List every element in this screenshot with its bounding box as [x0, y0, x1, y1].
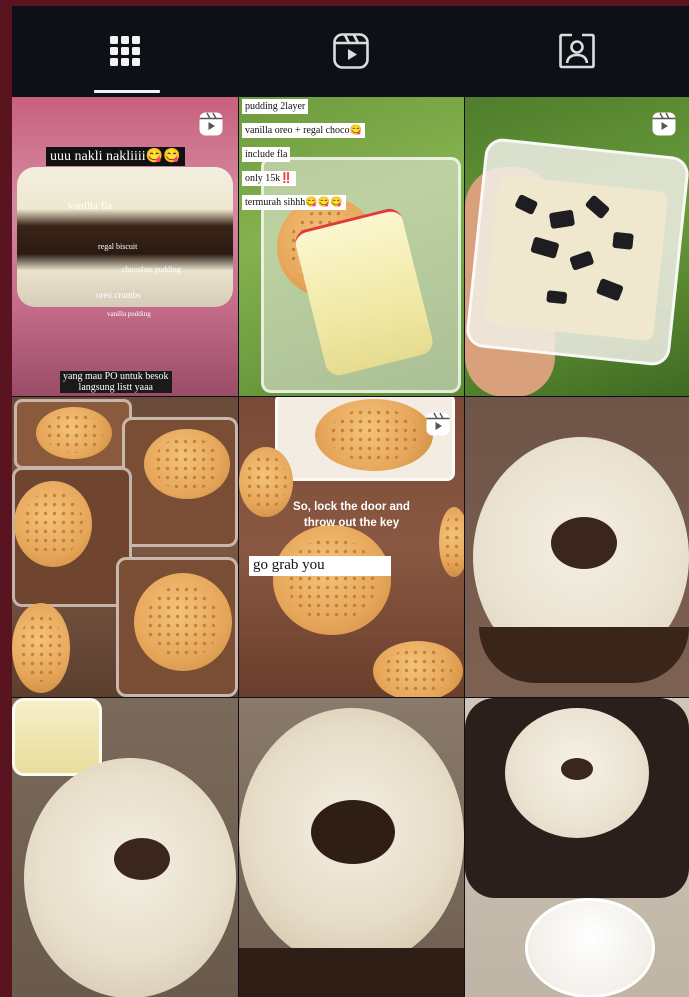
- biscuit-image: [14, 481, 92, 567]
- reel-badge-icon: [199, 112, 223, 136]
- oreo-pudding-ring: [24, 758, 236, 997]
- caption-box: go grab you: [249, 556, 391, 576]
- layer-label: vanilla fla: [68, 200, 113, 212]
- post-tile-4[interactable]: [12, 397, 238, 697]
- pudding-cup: [17, 167, 233, 307]
- overlay-line: So, lock the door and: [293, 501, 410, 513]
- reel-caption-text: go grab you: [253, 557, 325, 573]
- oreo-pudding-ring: [505, 708, 649, 838]
- caption-line: pudding 2layer: [242, 99, 309, 114]
- post-tile-5[interactable]: So, lock the door and throw out the key …: [239, 397, 464, 697]
- post-tile-7[interactable]: [12, 698, 238, 997]
- post-tile-2[interactable]: pudding 2layer vanilla oreo + regal choc…: [239, 97, 464, 396]
- biscuit-image: [315, 399, 433, 471]
- tagged-icon: [558, 33, 595, 69]
- layer-label: oreo crumbs: [96, 290, 141, 300]
- footer-line: langsung listt yaaa: [78, 382, 153, 393]
- post-tile-9[interactable]: [465, 698, 689, 997]
- active-tab-indicator: [94, 90, 160, 93]
- biscuit-image: [144, 429, 230, 499]
- tab-reels[interactable]: [238, 6, 463, 96]
- reel-badge-icon: [426, 412, 450, 436]
- overlay-line: throw out the key: [303, 517, 400, 529]
- caption-line: termurah sihhh😋😋😋: [242, 195, 346, 210]
- biscuit-image: [373, 641, 463, 697]
- grid-icon: [109, 36, 140, 66]
- posts-grid: uuu nakli nakliiii😋😋 vanilla fla regal b…: [12, 97, 689, 997]
- reels-icon: [332, 33, 369, 69]
- biscuit-image: [134, 573, 232, 671]
- tab-tagged[interactable]: [464, 6, 689, 96]
- post-tile-1[interactable]: uuu nakli nakliiii😋😋 vanilla fla regal b…: [12, 97, 238, 396]
- vanilla-pudding: [483, 174, 669, 342]
- oreo-pudding-ring: [239, 708, 464, 968]
- biscuit-image: [36, 407, 112, 459]
- layer-label: vanilla pudding: [107, 310, 151, 318]
- reel-badge-icon: [652, 112, 676, 136]
- post-title-chip: uuu nakli nakliiii😋😋: [46, 147, 185, 166]
- layer-label: regal biscuit: [98, 242, 138, 251]
- fla-cup: [12, 698, 102, 776]
- caption-line: include fla: [242, 147, 291, 162]
- tab-grid[interactable]: [12, 6, 237, 96]
- profile-tab-bar: [12, 6, 689, 96]
- caption-line: only 15k‼️: [242, 171, 296, 186]
- post-footer-caption: yang mau PO untuk besok langsung listt y…: [60, 371, 172, 393]
- profile-content-frame: uuu nakli nakliiii😋😋 vanilla fla regal b…: [12, 6, 689, 997]
- post-tile-8[interactable]: [239, 698, 464, 997]
- footer-line: yang mau PO untuk besok: [63, 371, 169, 382]
- post-tile-3[interactable]: [465, 97, 689, 396]
- layer-label: chocolate pudding: [122, 265, 181, 274]
- post-tile-6[interactable]: [465, 397, 689, 697]
- caption-line: vanilla oreo + regal choco😋: [242, 123, 365, 138]
- biscuit-image: [273, 525, 391, 635]
- biscuit-image: [12, 603, 70, 693]
- reel-overlay-text: So, lock the door and throw out the key: [239, 499, 464, 531]
- fla-cup: [525, 898, 655, 997]
